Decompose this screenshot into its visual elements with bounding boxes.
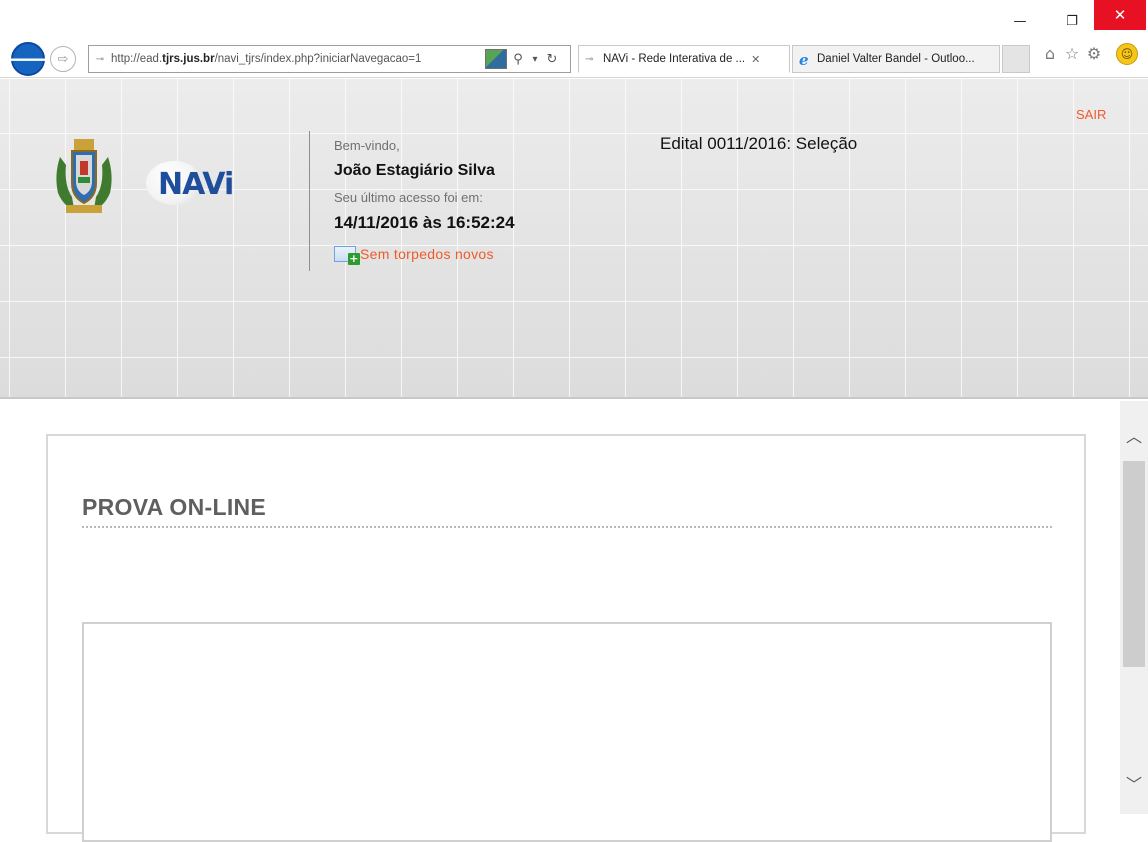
chevron-down-icon[interactable]: ▾ — [529, 54, 541, 65]
scroll-up-icon[interactable]: ︿ — [1120, 423, 1148, 447]
exit-link[interactable]: SAIR — [1076, 107, 1106, 122]
close-tab-icon[interactable]: ✕ — [751, 53, 760, 66]
header-divider — [309, 131, 310, 271]
page-header: SAIR NAVi Bem-vindo, João Estagiário Sil… — [0, 79, 1148, 399]
last-access-label: Seu último acesso foi em: — [334, 190, 483, 205]
forward-arrow-icon[interactable]: ⇨ — [50, 46, 76, 72]
vertical-scrollbar[interactable]: ︿ ﹀ — [1120, 401, 1148, 814]
search-icon[interactable]: ⚲ — [507, 52, 529, 67]
title-divider — [82, 526, 1052, 528]
tab-label: NAVi - Rede Interativa de ... — [603, 53, 746, 65]
compatibility-view-icon[interactable] — [485, 49, 507, 69]
gear-icon[interactable]: ⚙ — [1084, 44, 1104, 66]
messages-label: Sem torpedos novos — [360, 246, 494, 262]
back-arrow-icon[interactable]: 🡐 — [1, 42, 55, 76]
exam-content-frame[interactable] — [82, 622, 1052, 842]
favorites-star-icon[interactable]: ☆ — [1062, 44, 1082, 66]
address-bar[interactable]: ⊸ http://ead.tjrs.jus.br/navi_tjrs/index… — [88, 45, 571, 73]
notice-title: Edital 0011/2016: Seleção — [660, 134, 858, 153]
tab-outlook[interactable]: e Daniel Valter Bandel - Outloo... — [792, 45, 1000, 73]
restore-button[interactable]: ❐ — [1056, 6, 1088, 36]
tab-navi[interactable]: ⊸ NAVi - Rede Interativa de ... ✕ — [578, 45, 790, 73]
browser-chrome: — ❐ ✕ 🡐 ⇨ ⊸ http://ead.tjrs.jus.br/navi_… — [0, 0, 1148, 78]
navi-logo: NAVi — [146, 161, 286, 205]
state-coat-of-arms-logo — [56, 139, 112, 213]
main-content: PROVA ON-LINE — [0, 401, 1120, 842]
minimize-button[interactable]: — — [1004, 6, 1036, 36]
last-access-value: 14/11/2016 às 16:52:24 — [334, 213, 515, 232]
scroll-thumb[interactable] — [1123, 461, 1145, 667]
welcome-label: Bem-vindo, — [334, 138, 400, 153]
feedback-smiley-icon[interactable]: ☺ — [1116, 43, 1138, 65]
close-window-button[interactable]: ✕ — [1094, 0, 1146, 30]
exam-panel: PROVA ON-LINE — [46, 434, 1086, 842]
scroll-down-icon[interactable]: ﹀ — [1120, 771, 1148, 795]
logo-text: NAVi — [158, 167, 234, 202]
ie-favicon-icon: e — [799, 51, 809, 69]
user-name: João Estagiário Silva — [334, 162, 495, 179]
site-favicon-icon: ⊸ — [585, 53, 594, 65]
refresh-icon[interactable]: ↻ — [541, 52, 563, 67]
home-icon[interactable]: ⌂ — [1040, 44, 1060, 66]
messages-link[interactable]: + Sem torpedos novos — [334, 246, 494, 265]
exam-title: PROVA ON-LINE — [82, 494, 267, 520]
url-text[interactable]: http://ead.tjrs.jus.br/navi_tjrs/index.p… — [111, 53, 483, 65]
tab-label: Daniel Valter Bandel - Outloo... — [817, 53, 975, 65]
new-tab-button[interactable] — [1002, 45, 1030, 73]
site-favicon-icon: ⊸ — [95, 53, 105, 65]
new-message-mail-icon: + — [334, 246, 360, 265]
